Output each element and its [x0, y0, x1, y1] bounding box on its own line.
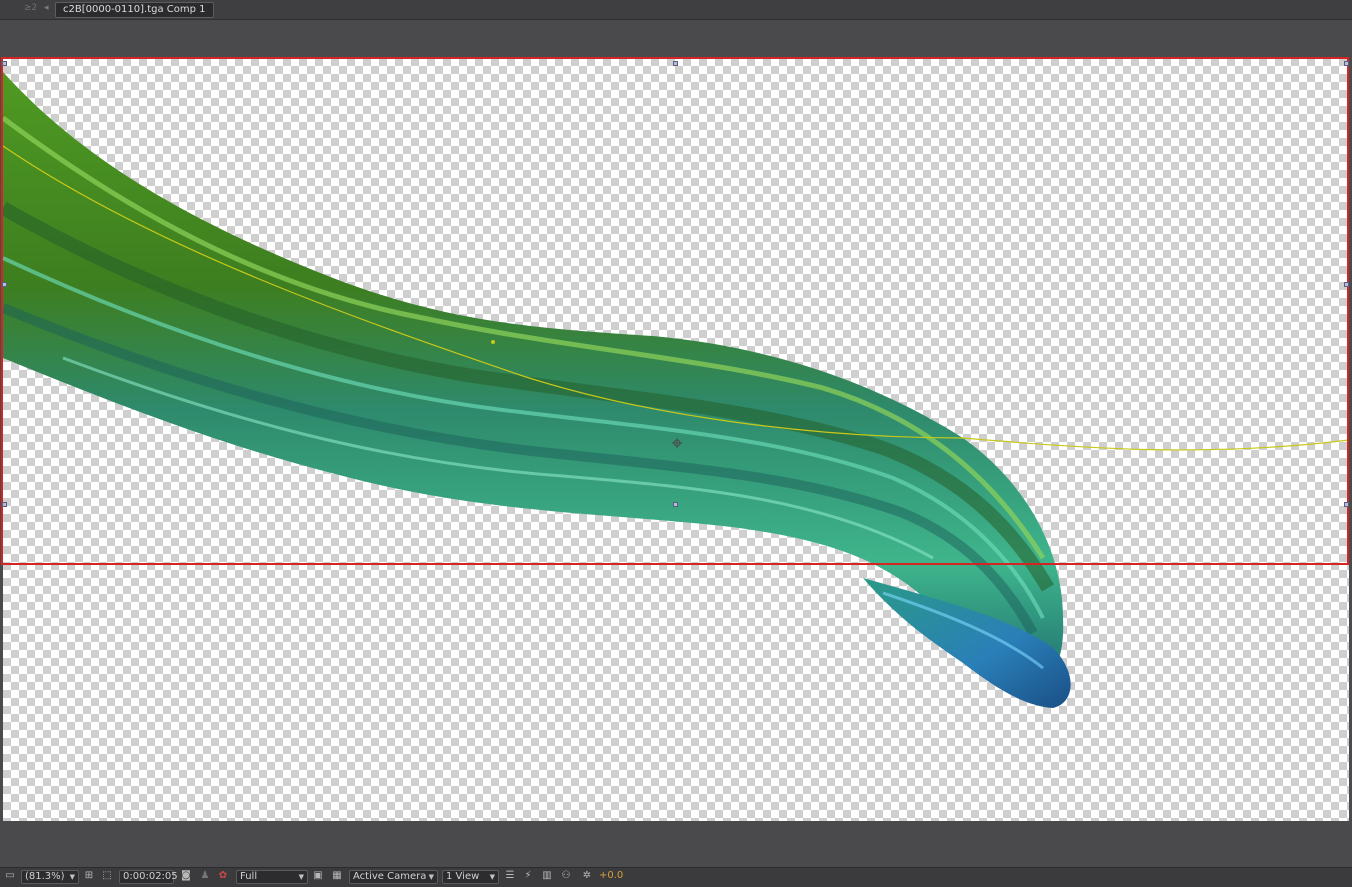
- layer-handle[interactable]: [673, 61, 678, 66]
- viewer-toolbar: ▭ (81.3%) ▼ ⊞ ⬚ 0:00:02:05 ◙ ♟ ✿ Full ▼ …: [0, 867, 1352, 887]
- transparency-grid-icon[interactable]: ▦: [330, 870, 344, 884]
- chevron-down-icon: ▼: [298, 873, 304, 881]
- show-snapshot-icon[interactable]: ♟: [198, 870, 212, 884]
- layer-handle[interactable]: [2, 502, 7, 507]
- ribbon-layer[interactable]: [3, 58, 1349, 821]
- timeline-icon[interactable]: ▥: [540, 870, 554, 884]
- composition-canvas[interactable]: [3, 58, 1349, 821]
- composition-viewer[interactable]: [0, 20, 1352, 866]
- color-channels-icon[interactable]: ✿: [216, 870, 230, 884]
- view-layout-value: 1 View: [446, 871, 480, 882]
- view-options-icon[interactable]: ☰: [503, 870, 517, 884]
- layer-handle[interactable]: [2, 282, 7, 287]
- layer-handle[interactable]: [673, 502, 678, 507]
- flowchart-icon[interactable]: ⚇: [559, 870, 573, 884]
- camera-dropdown[interactable]: Active Camera ▼: [349, 870, 438, 884]
- resolution-dropdown[interactable]: Full ▼: [236, 870, 308, 884]
- monitor-icon[interactable]: ▭: [3, 870, 17, 884]
- chevron-down-icon: ▼: [428, 873, 434, 881]
- magnification-value: (81.3%): [25, 871, 65, 882]
- magnification-dropdown[interactable]: (81.3%) ▼: [21, 870, 79, 884]
- chevron-down-icon: ▼: [489, 873, 495, 881]
- layer-handle[interactable]: [1344, 282, 1349, 287]
- draft-3d-icon[interactable]: ⚡: [521, 870, 535, 884]
- reset-exposure-icon[interactable]: ✲: [580, 870, 594, 884]
- layer-handle[interactable]: [1344, 502, 1349, 507]
- grid-overlay-icon[interactable]: ⊞: [82, 870, 96, 884]
- composition-tab[interactable]: c2B[0000-0110].tga Comp 1: [55, 2, 214, 18]
- camera-value: Active Camera: [353, 871, 427, 882]
- current-time-button[interactable]: 0:00:02:05: [119, 870, 178, 884]
- snapshot-icon[interactable]: ◙: [179, 870, 193, 884]
- layer-handle[interactable]: [2, 61, 7, 66]
- resolution-value: Full: [240, 871, 258, 882]
- chevron-down-icon: ▼: [69, 873, 75, 881]
- tab-nav-left-icon[interactable]: ◂: [44, 3, 49, 13]
- composition-tab-bar: ≥2 ◂ c2B[0000-0110].tga Comp 1: [0, 0, 1352, 20]
- lock-icon[interactable]: ≥2: [24, 3, 37, 13]
- region-of-interest-icon[interactable]: ⬚: [100, 870, 114, 884]
- layer-handle[interactable]: [1344, 61, 1349, 66]
- view-layout-dropdown[interactable]: 1 View ▼: [442, 870, 499, 884]
- exposure-value[interactable]: +0.0: [599, 870, 623, 884]
- fast-preview-icon[interactable]: ▣: [311, 870, 325, 884]
